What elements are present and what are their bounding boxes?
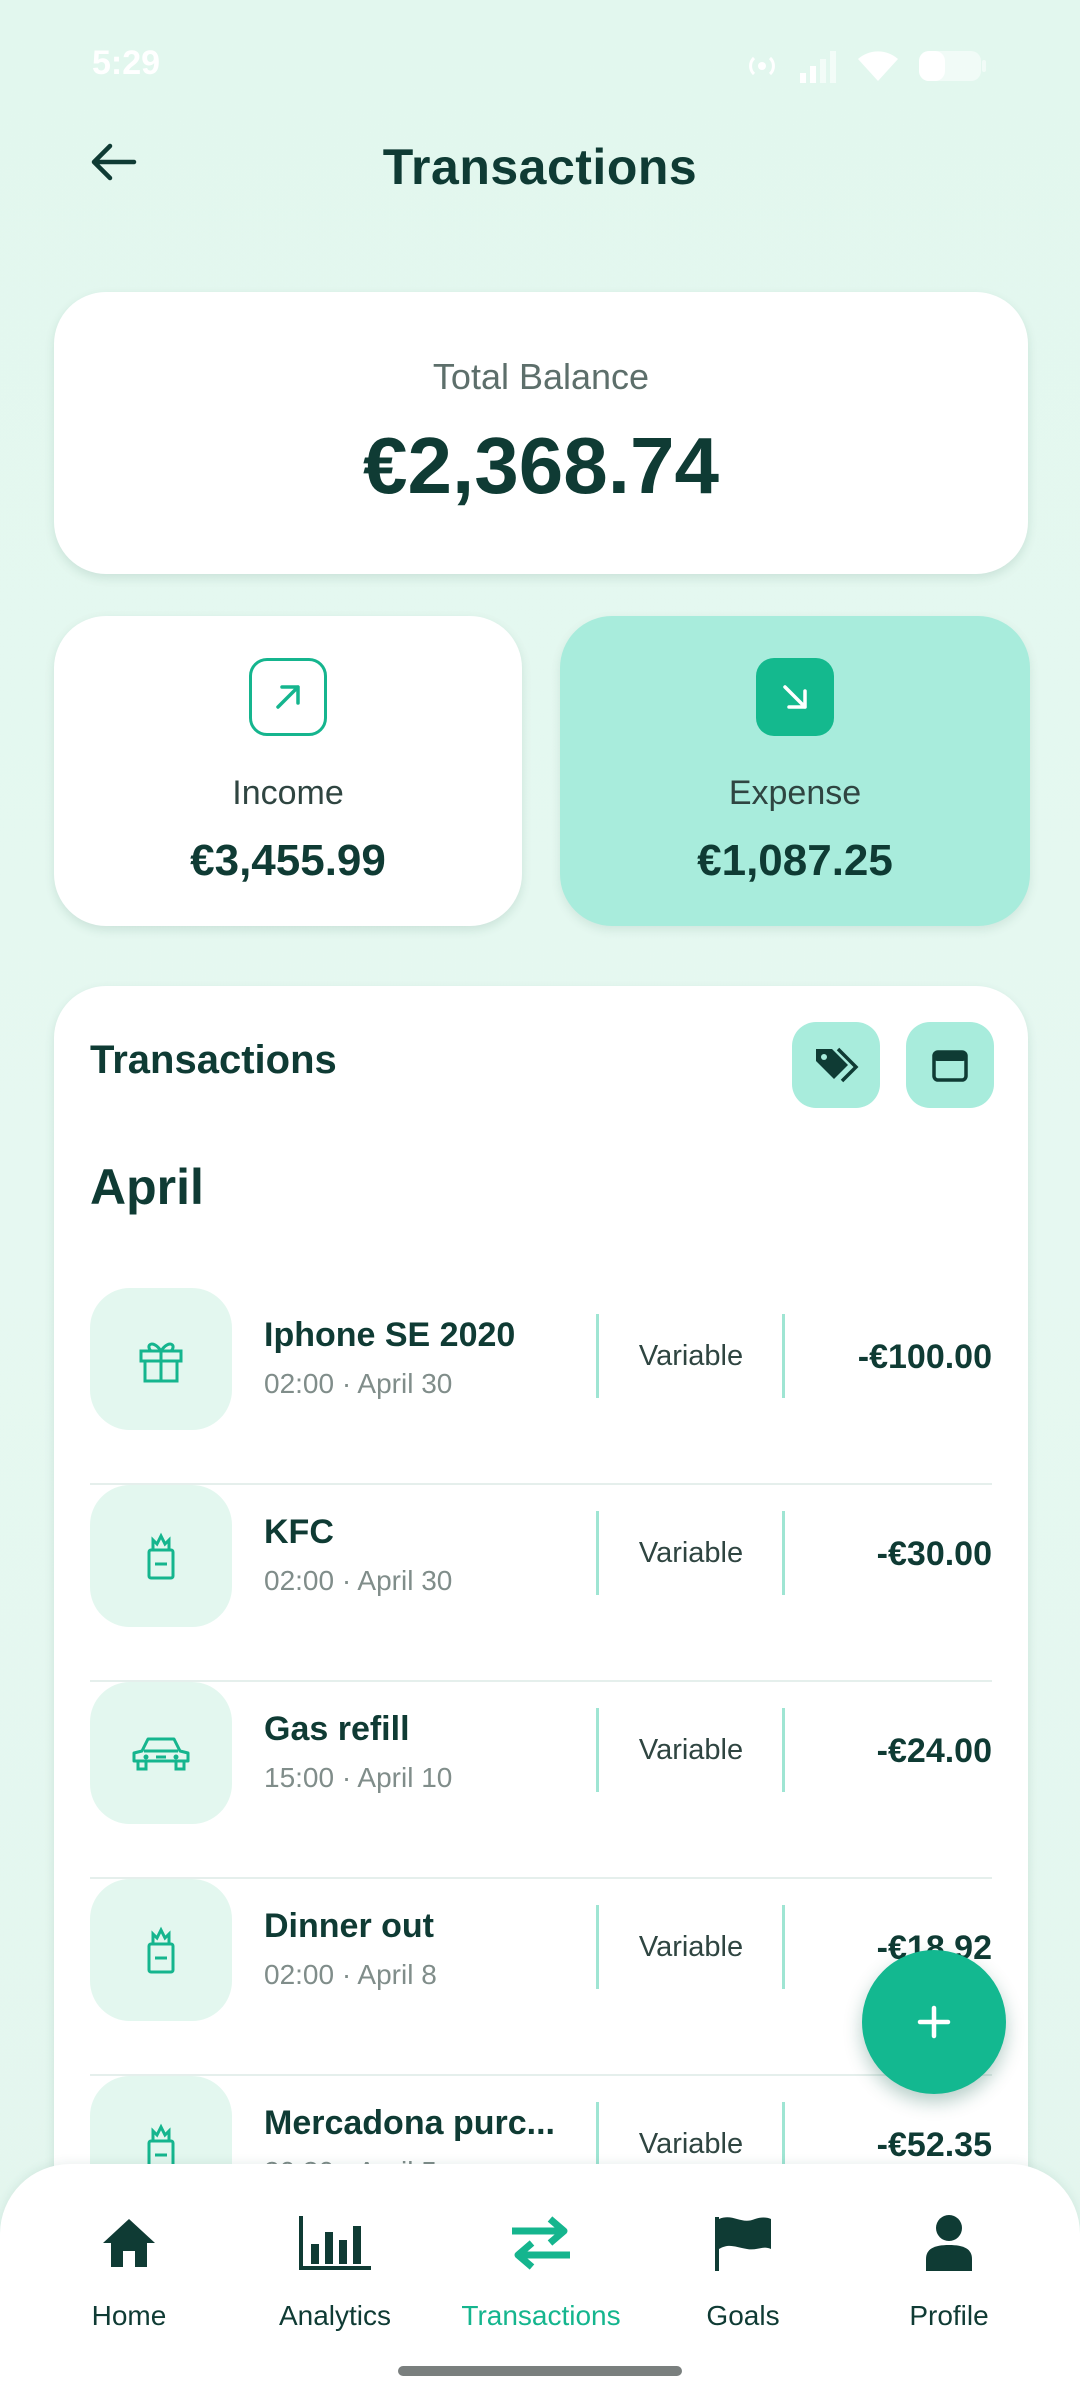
- nav-label-home: Home: [91, 2300, 167, 2331]
- transaction-type: Variable: [638, 1931, 744, 1963]
- divider: [782, 1314, 785, 1398]
- home-icon: [24, 2208, 234, 2278]
- nav-item-transactions[interactable]: Transactions: [436, 2208, 646, 2332]
- transaction-row[interactable]: Dinner out 02:00 · April 8 Variable -€18…: [90, 1879, 992, 2076]
- plus-icon: [917, 2005, 951, 2039]
- transaction-row[interactable]: Iphone SE 2020 02:00 · April 30 Variable…: [90, 1288, 992, 1485]
- grocery-bag-icon: [90, 1485, 232, 1627]
- add-transaction-button[interactable]: [862, 1950, 1006, 2094]
- total-balance-label: Total Balance: [432, 356, 650, 397]
- hotspot-icon: [744, 48, 780, 89]
- transaction-name: KFC: [264, 1513, 334, 1551]
- filter-by-category-button[interactable]: [792, 1022, 880, 1108]
- transaction-list: Iphone SE 2020 02:00 · April 30 Variable…: [90, 1288, 992, 2273]
- income-label: Income: [232, 774, 344, 812]
- transaction-name: Iphone SE 2020: [264, 1316, 516, 1354]
- transaction-type: Variable: [638, 1340, 744, 1372]
- nav-label-analytics: Analytics: [278, 2300, 392, 2331]
- status-time: 5:29: [92, 44, 161, 82]
- grocery-bag-icon: [90, 1879, 232, 2021]
- status-bar: 5:29: [0, 0, 1080, 130]
- divider: [782, 1511, 785, 1595]
- signal-icon: [798, 49, 838, 88]
- expense-card[interactable]: Expense €1,087.25: [560, 616, 1030, 926]
- nav-item-goals[interactable]: Goals: [638, 2208, 848, 2332]
- filter-by-date-button[interactable]: [906, 1022, 994, 1108]
- transaction-row[interactable]: Gas refill 15:00 · April 10 Variable -€2…: [90, 1682, 992, 1879]
- transaction-amount: -€100.00: [857, 1338, 992, 1376]
- transaction-name: Mercadona purc...: [264, 2104, 555, 2142]
- transaction-type: Variable: [638, 2128, 744, 2160]
- divider: [596, 1511, 599, 1595]
- tags-icon: [816, 1047, 859, 1083]
- flag-icon: [638, 2208, 848, 2278]
- transaction-type: Variable: [638, 1537, 744, 1569]
- transaction-amount: -€24.00: [876, 1732, 992, 1770]
- divider: [596, 1314, 599, 1398]
- transaction-type: Variable: [638, 1734, 744, 1766]
- transaction-amount: -€52.35: [876, 2126, 992, 2164]
- transaction-row[interactable]: KFC 02:00 · April 30 Variable -€30.00: [90, 1485, 992, 1682]
- divider: [782, 1905, 785, 1989]
- nav-label-profile: Profile: [909, 2300, 989, 2331]
- page-title: Transactions: [382, 139, 698, 195]
- divider: [596, 1905, 599, 1989]
- swap-arrows-icon: [436, 2208, 646, 2278]
- divider: [782, 1708, 785, 1792]
- transaction-time-date: 02:00 · April 8: [264, 1959, 437, 1990]
- nav-item-analytics[interactable]: Analytics: [230, 2208, 440, 2332]
- arrow-up-right-icon: [249, 658, 327, 736]
- divider: [596, 1708, 599, 1792]
- nav-item-home[interactable]: Home: [24, 2208, 234, 2332]
- nav-item-profile[interactable]: Profile: [844, 2208, 1054, 2332]
- nav-label-transactions: Transactions: [461, 2300, 621, 2331]
- income-card[interactable]: Income €3,455.99: [54, 616, 522, 926]
- calendar-icon: [932, 1050, 968, 1082]
- status-icons: [744, 48, 988, 89]
- transaction-time-date: 02:00 · April 30: [264, 1565, 453, 1596]
- wifi-icon: [856, 49, 900, 88]
- gift-icon: [90, 1288, 232, 1430]
- arrow-down-right-icon: [756, 658, 834, 736]
- expense-label: Expense: [728, 774, 862, 812]
- total-balance-card: Total Balance €2,368.74: [54, 292, 1028, 574]
- transaction-name: Dinner out: [264, 1907, 434, 1945]
- transaction-time-date: 02:00 · April 30: [264, 1368, 453, 1399]
- header: Transactions: [0, 120, 1080, 220]
- transaction-amount: -€30.00: [876, 1535, 992, 1573]
- total-balance-value: €2,368.74: [363, 421, 719, 510]
- transaction-time-date: 15:00 · April 10: [264, 1762, 453, 1793]
- home-indicator[interactable]: [398, 2366, 682, 2376]
- person-icon: [844, 2208, 1054, 2278]
- nav-label-goals: Goals: [706, 2300, 780, 2331]
- car-icon: [90, 1682, 232, 1824]
- transaction-name: Gas refill: [264, 1710, 410, 1748]
- battery-icon: [918, 49, 988, 88]
- month-heading: April: [90, 1159, 204, 1215]
- bar-chart-icon: [230, 2208, 440, 2278]
- expense-value: €1,087.25: [697, 836, 893, 885]
- bottom-navigation: Home Analytics Transactions Goals Profil…: [0, 2164, 1080, 2400]
- transactions-panel-title: Transactions: [90, 1038, 337, 1082]
- income-value: €3,455.99: [190, 836, 386, 885]
